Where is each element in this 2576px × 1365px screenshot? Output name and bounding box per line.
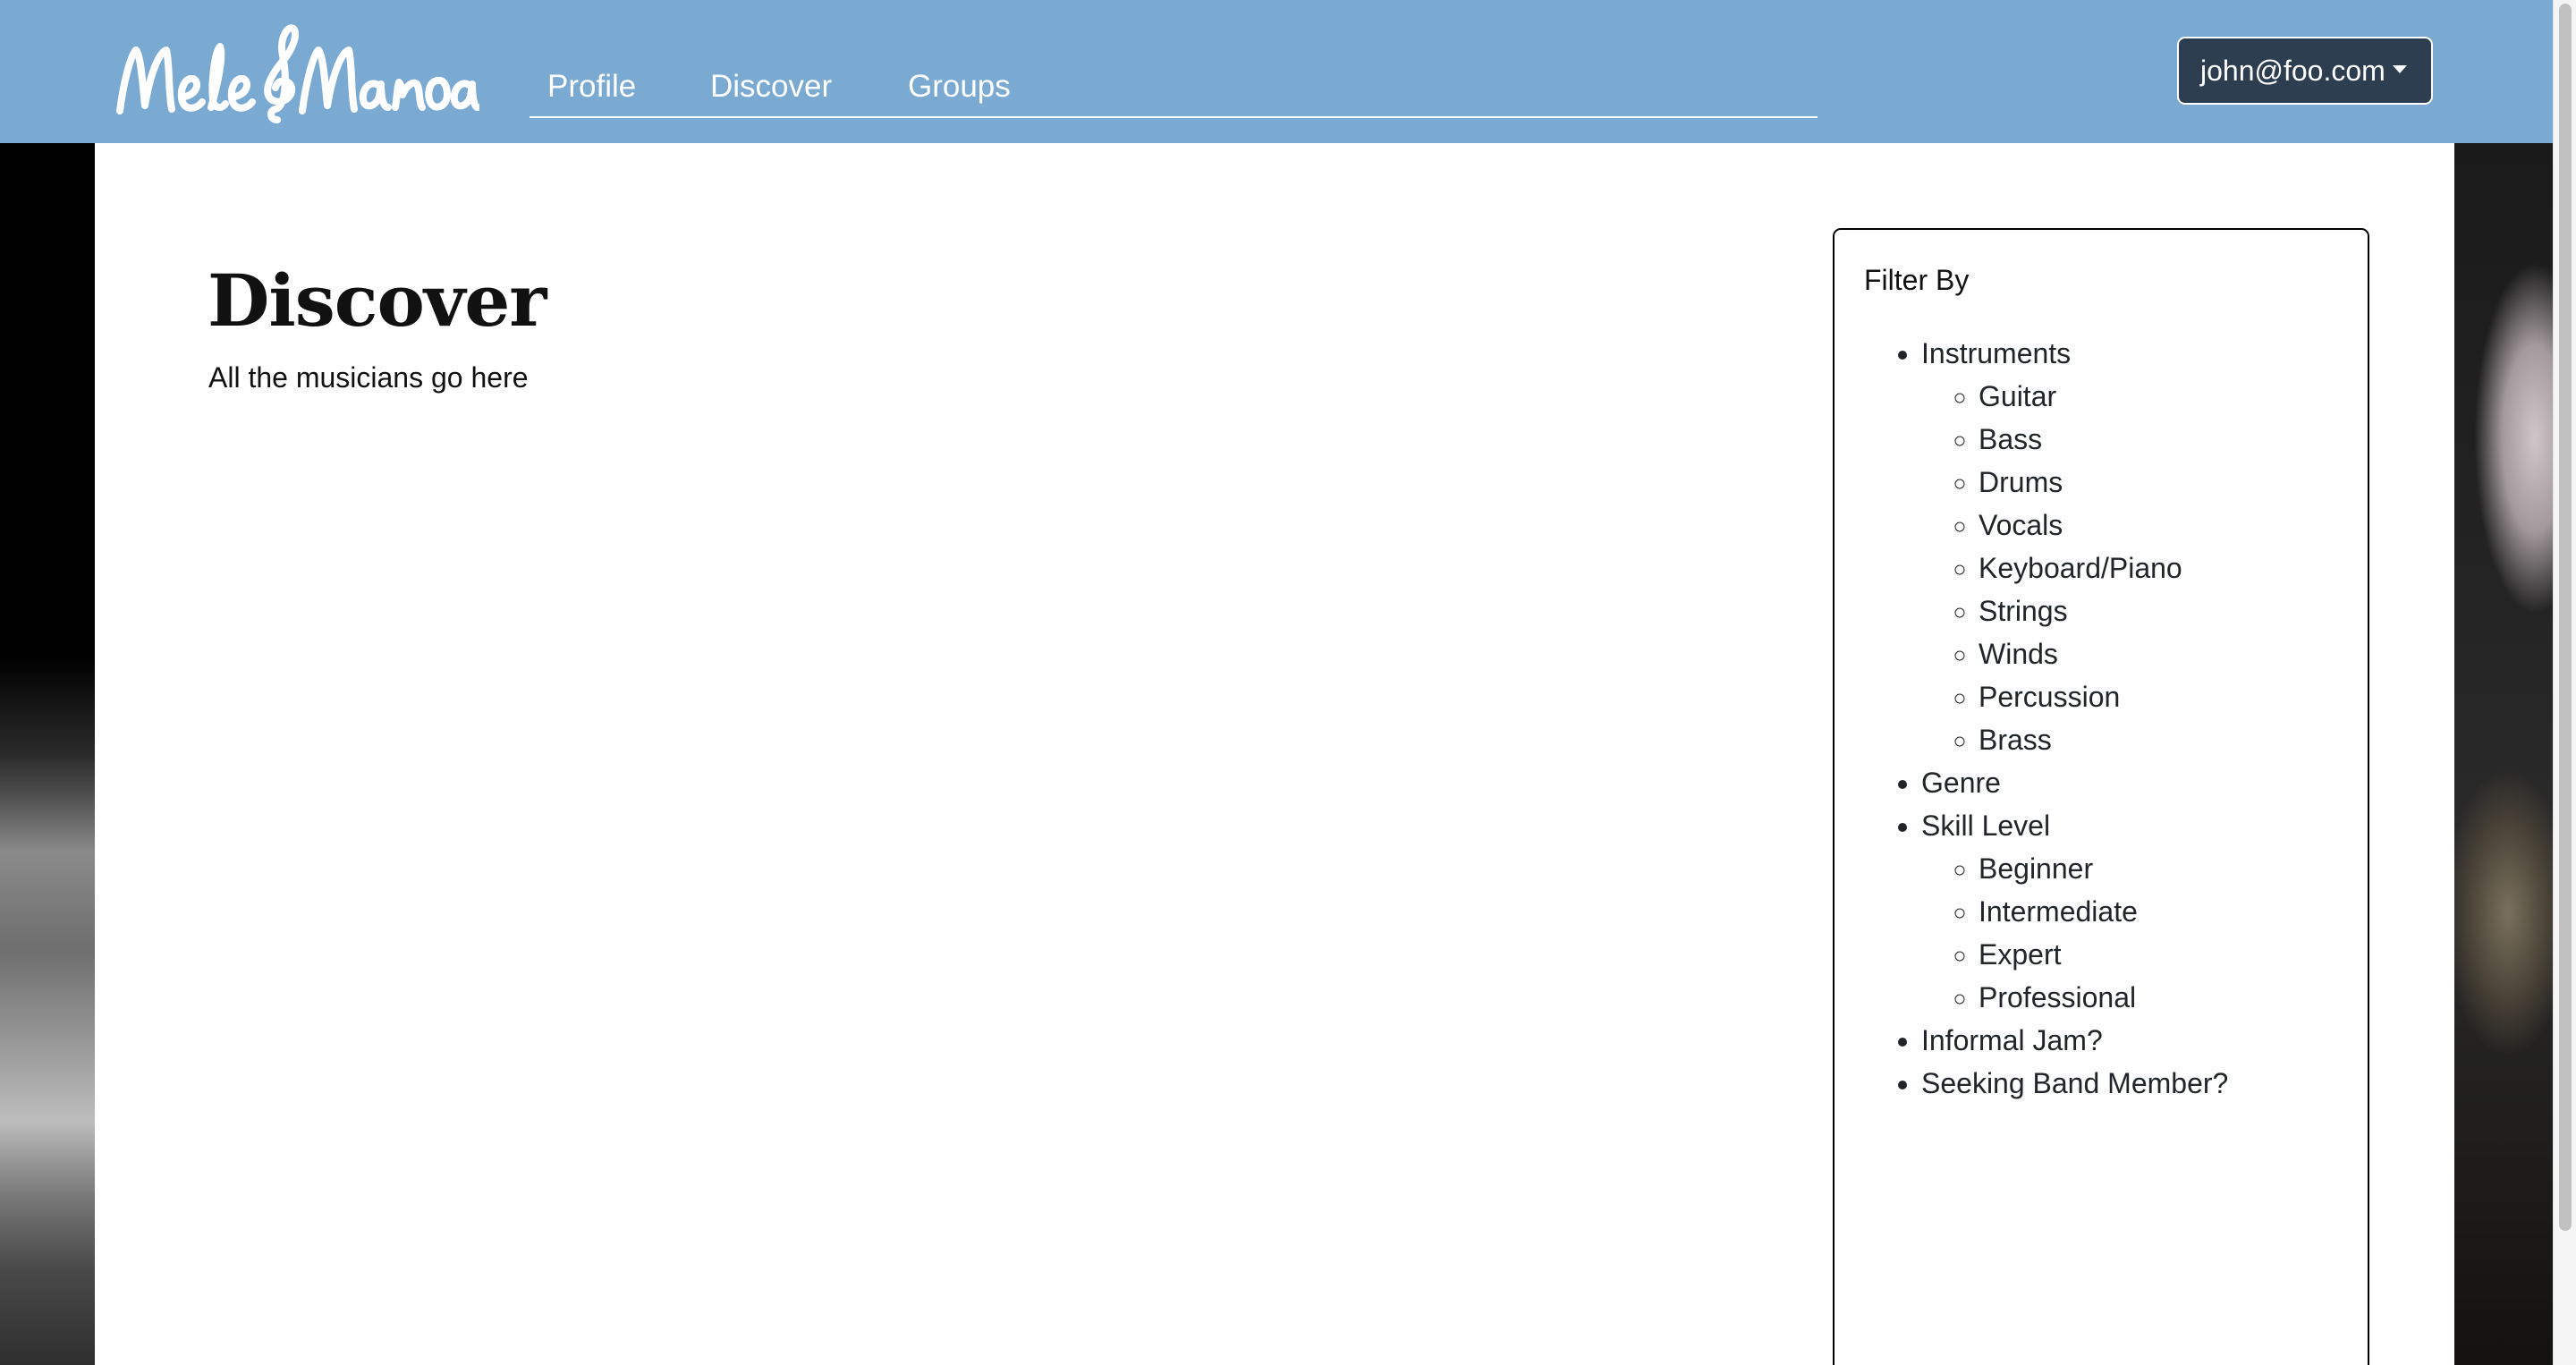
filter-group-instruments: Instruments Guitar Bass Drums Vocals Key…: [1921, 332, 2228, 761]
filter-option[interactable]: Professional: [1979, 976, 2228, 1019]
filter-option[interactable]: Bass: [1979, 418, 2228, 461]
filter-group-label[interactable]: Informal Jam?: [1921, 1024, 2103, 1056]
user-menu-button[interactable]: john@foo.com: [2177, 37, 2433, 105]
filter-option[interactable]: Drums: [1979, 461, 2228, 504]
filter-group-label[interactable]: Instruments: [1921, 337, 2071, 369]
page-title: Discover: [208, 259, 547, 343]
nav-link-profile[interactable]: Profile: [547, 68, 636, 106]
mele-manoa-logo-icon: [116, 24, 479, 123]
main-nav: Profile Discover Groups: [530, 63, 1818, 118]
nav-link-groups[interactable]: Groups: [908, 68, 1011, 106]
filter-list: Instruments Guitar Bass Drums Vocals Key…: [1835, 332, 2228, 1105]
instrument-options: Guitar Bass Drums Vocals Keyboard/Piano …: [1921, 375, 2228, 761]
brand-logo[interactable]: [114, 20, 479, 123]
filter-option[interactable]: Vocals: [1979, 504, 2228, 547]
filter-option[interactable]: Beginner: [1979, 847, 2228, 890]
background-photo-right: [2454, 143, 2553, 1365]
filter-option[interactable]: Brass: [1979, 718, 2228, 761]
filter-option[interactable]: Keyboard/Piano: [1979, 547, 2228, 589]
main-content: Discover All the musicians go here Filte…: [95, 143, 2454, 1365]
filter-title: Filter By: [1864, 264, 1970, 296]
filter-group-skill-level: Skill Level Beginner Intermediate Expert…: [1921, 804, 2228, 1019]
filter-group-label[interactable]: Skill Level: [1921, 810, 2050, 842]
top-navbar: Profile Discover Groups john@foo.com: [0, 0, 2553, 143]
scrollbar-thumb[interactable]: [2559, 4, 2572, 1231]
filter-group-seeking-band-member: Seeking Band Member?: [1921, 1062, 2228, 1105]
filter-option[interactable]: Percussion: [1979, 675, 2228, 718]
filter-option[interactable]: Expert: [1979, 933, 2228, 976]
filter-group-genre: Genre: [1921, 761, 2228, 804]
nav-link-discover[interactable]: Discover: [710, 68, 832, 106]
filter-group-informal-jam: Informal Jam?: [1921, 1019, 2228, 1062]
filter-option[interactable]: Strings: [1979, 589, 2228, 632]
page-subtitle: All the musicians go here: [208, 361, 529, 394]
page-scrollbar[interactable]: [2553, 0, 2576, 1365]
background-photo-left: [0, 143, 95, 1365]
filter-group-label[interactable]: Seeking Band Member?: [1921, 1067, 2228, 1099]
caret-down-icon: [2392, 65, 2407, 74]
filter-group-label[interactable]: Genre: [1921, 767, 2001, 799]
filter-option[interactable]: Intermediate: [1979, 890, 2228, 933]
filter-option[interactable]: Guitar: [1979, 375, 2228, 418]
skill-level-options: Beginner Intermediate Expert Professiona…: [1921, 847, 2228, 1019]
user-email: john@foo.com: [2200, 55, 2385, 87]
filter-panel: Filter By Instruments Guitar Bass Drums …: [1833, 228, 2369, 1365]
filter-option[interactable]: Winds: [1979, 632, 2228, 675]
